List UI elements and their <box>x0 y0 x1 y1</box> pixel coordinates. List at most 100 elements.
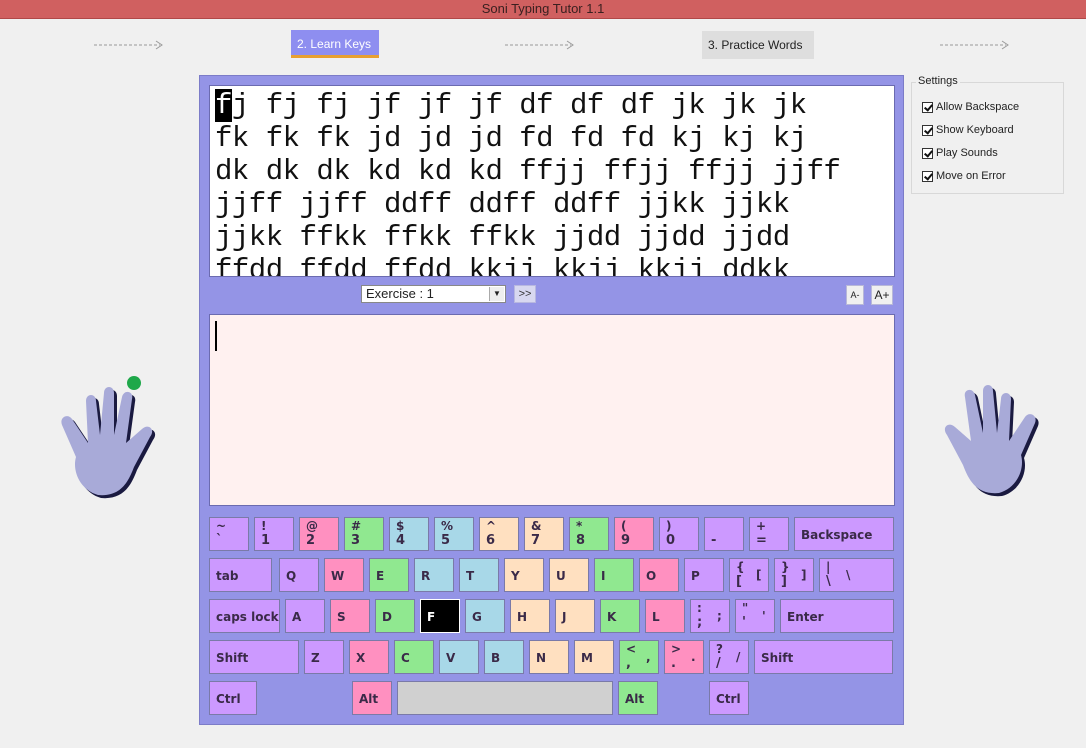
key-alt[interactable]: Alt <box>352 681 392 715</box>
key--[interactable]: - <box>704 517 744 551</box>
checkbox-checked-icon[interactable] <box>922 101 933 113</box>
key-backspace[interactable]: Backspace <box>794 517 894 551</box>
key-p[interactable]: P <box>684 558 724 592</box>
step-practice-words-button[interactable]: 3. Practice Words <box>702 31 814 59</box>
key-k[interactable]: K <box>600 599 640 633</box>
allow-backspace-checkbox[interactable]: Allow Backspace <box>922 100 1019 114</box>
key-i[interactable]: I <box>594 558 634 592</box>
key-u[interactable]: U <box>549 558 589 592</box>
key-0[interactable]: ) 0 <box>659 517 699 551</box>
checkbox-checked-icon[interactable] <box>922 147 933 159</box>
key-shift-label: ) <box>666 519 672 533</box>
key-3[interactable]: #3 <box>344 517 384 551</box>
key-r[interactable]: R <box>414 558 454 592</box>
key-][interactable]: }]] <box>774 558 814 592</box>
key-l[interactable]: L <box>645 599 685 633</box>
key-c[interactable]: C <box>394 640 434 674</box>
key-9[interactable]: (9 <box>614 517 654 551</box>
play-sounds-checkbox[interactable]: Play Sounds <box>922 146 998 160</box>
key-base-label: = <box>756 533 767 548</box>
key-shift-label: + <box>756 519 767 533</box>
step-learn-keys-button[interactable]: 2. Learn Keys <box>291 30 379 58</box>
key-label: Z <box>311 651 320 665</box>
key-z[interactable]: Z <box>304 640 344 674</box>
key-w[interactable]: W <box>324 558 364 592</box>
key-label: I <box>601 569 606 583</box>
key-g[interactable]: G <box>465 599 505 633</box>
key-a[interactable]: A <box>285 599 325 633</box>
key-tab[interactable]: tab <box>209 558 272 592</box>
key-8[interactable]: * 8 <box>569 517 609 551</box>
key-alt-label: \ <box>846 568 851 582</box>
tutor-panel: fj fj fj jf jf jf df df df jk jk jk fk f… <box>199 75 904 725</box>
key-f[interactable]: F <box>420 599 460 633</box>
move-on-error-checkbox[interactable]: Move on Error <box>922 169 1006 183</box>
key-alt[interactable]: Alt <box>618 681 658 715</box>
key-enter[interactable]: Enter <box>780 599 894 633</box>
key-label: Shift <box>761 651 794 665</box>
key-t[interactable]: T <box>459 558 499 592</box>
key-/[interactable]: ? / / <box>709 640 749 674</box>
key-o[interactable]: O <box>639 558 679 592</box>
key-shift-label: < <box>626 642 637 656</box>
key-label: A <box>292 610 302 624</box>
key-m[interactable]: M <box>574 640 614 674</box>
key-ctrl[interactable]: Ctrl <box>209 681 257 715</box>
key-label: E <box>376 569 385 583</box>
key-5[interactable]: % 5 <box>434 517 474 551</box>
key-label: V <box>446 651 456 665</box>
key-caps-lock[interactable]: caps lock <box>209 599 280 633</box>
key-shift-label: ^ <box>486 519 497 533</box>
key-[[interactable]: {[[ <box>729 558 769 592</box>
key-label: T <box>466 569 475 583</box>
key-j[interactable]: J <box>555 599 595 633</box>
key-n[interactable]: N <box>529 640 569 674</box>
title-bar: Soni Typing Tutor 1.1 <box>0 0 1086 19</box>
key-.[interactable]: >.. <box>664 640 704 674</box>
settings-title: Settings <box>916 75 960 87</box>
key-shift-label: " <box>742 601 749 615</box>
key-7[interactable]: & 7 <box>524 517 564 551</box>
key-,[interactable]: <,, <box>619 640 659 674</box>
key-=[interactable]: + = <box>749 517 789 551</box>
key-h[interactable]: H <box>510 599 550 633</box>
key-2[interactable]: @2 <box>299 517 339 551</box>
key-base-label: - <box>711 533 717 548</box>
key-alt-label: , <box>646 650 651 664</box>
key-base-label: ' <box>742 615 746 630</box>
key-alt-label: . <box>691 650 696 664</box>
checkbox-checked-icon[interactable] <box>922 170 933 182</box>
key-base-label: 6 <box>486 533 496 548</box>
key-base-label: ` <box>216 533 223 548</box>
key-space[interactable] <box>397 681 613 715</box>
key-6[interactable]: ^ 6 <box>479 517 519 551</box>
key-ctrl[interactable]: Ctrl <box>709 681 749 715</box>
checkbox-checked-icon[interactable] <box>922 124 933 136</box>
key-d[interactable]: D <box>375 599 415 633</box>
key-v[interactable]: V <box>439 640 479 674</box>
key-label: Enter <box>787 610 824 624</box>
key-label: K <box>607 610 617 624</box>
key-q[interactable]: Q <box>279 558 319 592</box>
key-4[interactable]: $4 <box>389 517 429 551</box>
key-base-label: ] <box>781 574 787 589</box>
key-s[interactable]: S <box>330 599 370 633</box>
key-\[interactable]: | \ \ <box>819 558 894 592</box>
key-`[interactable]: ~ ` <box>209 517 249 551</box>
key-shift[interactable]: Shift <box>754 640 893 674</box>
key-e[interactable]: E <box>369 558 409 592</box>
key-x[interactable]: X <box>349 640 389 674</box>
key-label: Y <box>511 569 520 583</box>
key-label: P <box>691 569 700 583</box>
key-;[interactable]: :;; <box>690 599 730 633</box>
key-1[interactable]: ! 1 <box>254 517 294 551</box>
key-label: caps lock <box>216 610 279 624</box>
key-base-label: 9 <box>621 533 631 548</box>
key-label: H <box>517 610 528 624</box>
key-b[interactable]: B <box>484 640 524 674</box>
key-alt-label: [ <box>756 568 762 582</box>
key-'[interactable]: " ' ' <box>735 599 775 633</box>
key-shift[interactable]: Shift <box>209 640 299 674</box>
key-y[interactable]: Y <box>504 558 544 592</box>
show-keyboard-checkbox[interactable]: Show Keyboard <box>922 123 1014 137</box>
